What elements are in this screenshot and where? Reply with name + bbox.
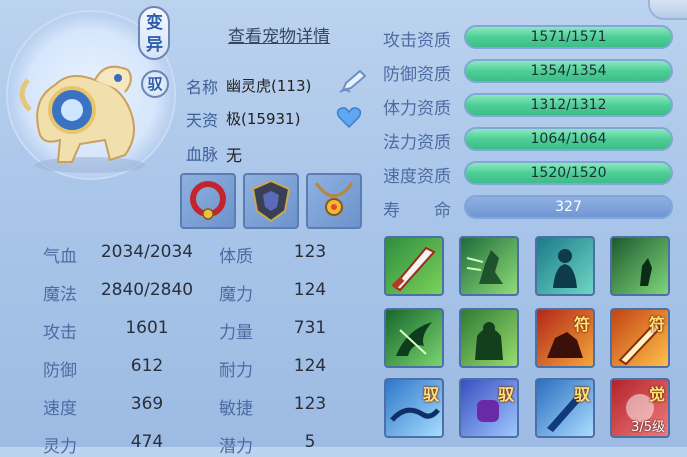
dash-skill-icon bbox=[466, 250, 503, 284]
skill-slot-4[interactable] bbox=[610, 236, 670, 296]
rename-pen-icon[interactable] bbox=[338, 68, 368, 94]
name-value: 幽灵虎(113) bbox=[226, 77, 312, 95]
aptitude-value: 1312/1312 bbox=[530, 97, 607, 113]
attr-label: 体质 bbox=[219, 247, 253, 267]
aptitude-value: 1064/1064 bbox=[530, 131, 607, 147]
skill-slot-9[interactable]: 驭 bbox=[384, 378, 444, 438]
skill-slot-3[interactable] bbox=[535, 236, 595, 296]
aptitude-value: 1354/1354 bbox=[530, 63, 607, 79]
stat-label: 防御 bbox=[43, 361, 77, 381]
name-label: 名称 bbox=[186, 78, 219, 97]
lifespan-label: 寿 命 bbox=[383, 201, 451, 221]
attr-value: 5 bbox=[304, 432, 316, 452]
skill-slot-1[interactable] bbox=[384, 236, 444, 296]
stat-value: 612 bbox=[130, 356, 164, 376]
stat-label: 魔法 bbox=[43, 285, 77, 305]
stat-value: 474 bbox=[130, 432, 164, 452]
lifespan-bar: 327 bbox=[464, 195, 673, 219]
awaken-badge: 觉 bbox=[648, 385, 665, 404]
armor-icon bbox=[251, 179, 291, 223]
attr-label: 耐力 bbox=[219, 361, 253, 381]
view-pet-details-link[interactable]: 查看宠物详情 bbox=[228, 22, 330, 47]
attr-label: 潜力 bbox=[219, 437, 253, 457]
skill-slot-10[interactable]: 驭 bbox=[459, 378, 519, 438]
skill-slot-7[interactable]: 符 bbox=[535, 308, 595, 368]
talent-label: 天资 bbox=[186, 111, 219, 130]
stat-label: 攻击 bbox=[43, 323, 77, 343]
mutation-tag: 变异 bbox=[138, 6, 170, 60]
stat-value: 369 bbox=[130, 394, 164, 414]
skill-slot-11[interactable]: 驭 bbox=[535, 378, 595, 438]
attr-value: 124 bbox=[293, 280, 327, 300]
attr-label: 魔力 bbox=[219, 285, 253, 305]
collar-icon bbox=[190, 181, 226, 220]
rune-badge: 符 bbox=[648, 315, 665, 334]
rider-tag: 驭 bbox=[141, 70, 169, 98]
skill-slot-6[interactable] bbox=[459, 308, 519, 368]
attr-label: 力量 bbox=[219, 323, 253, 343]
skill-slot-12[interactable]: 觉 3/5级 bbox=[610, 378, 670, 438]
ride-badge: 驭 bbox=[422, 385, 439, 404]
aptitude-label: 体力资质 bbox=[383, 99, 451, 119]
equip-slot-armor[interactable] bbox=[243, 173, 299, 229]
skill-slot-8[interactable]: 符 bbox=[610, 308, 670, 368]
bloodline-value: 无 bbox=[226, 146, 243, 165]
stat-label: 气血 bbox=[43, 247, 77, 267]
aptitude-bar: 1354/1354 bbox=[464, 59, 673, 83]
aptitude-bar: 1312/1312 bbox=[464, 93, 673, 117]
equip-slot-necklace[interactable] bbox=[306, 173, 362, 229]
rune-badge: 符 bbox=[573, 315, 590, 334]
aptitude-label: 法力资质 bbox=[383, 133, 451, 153]
stat-value: 2034/2034 bbox=[100, 242, 194, 262]
skill-level: 3/5级 bbox=[631, 420, 665, 435]
ghost-figure-skill-icon bbox=[553, 249, 577, 288]
attr-value: 123 bbox=[293, 242, 327, 262]
stat-label: 灵力 bbox=[43, 437, 77, 457]
aptitude-label: 速度资质 bbox=[383, 167, 451, 187]
moon-warrior-skill-icon bbox=[621, 250, 656, 286]
claw-skill-icon bbox=[396, 322, 432, 356]
aptitude-value: 1520/1520 bbox=[530, 165, 607, 181]
attr-value: 123 bbox=[293, 394, 327, 414]
ride-badge: 驭 bbox=[497, 385, 514, 404]
stat-value: 2840/2840 bbox=[100, 280, 194, 300]
bloodline-label: 血脉 bbox=[186, 145, 219, 164]
lifespan-value: 327 bbox=[555, 199, 582, 215]
ghost-tiger-image bbox=[19, 65, 145, 173]
sword-skill-icon bbox=[391, 246, 436, 292]
aptitude-label: 防御资质 bbox=[383, 65, 451, 85]
aptitude-label: 攻击资质 bbox=[383, 31, 451, 51]
aptitude-value: 1571/1571 bbox=[530, 29, 607, 45]
aptitude-bar: 1064/1064 bbox=[464, 127, 673, 151]
talent-value: 极(15931) bbox=[226, 110, 301, 128]
skill-slot-2[interactable] bbox=[459, 236, 519, 296]
ride-badge: 驭 bbox=[573, 385, 590, 404]
attr-value: 731 bbox=[293, 318, 327, 338]
close-tab[interactable] bbox=[648, 0, 687, 20]
attr-value: 124 bbox=[293, 356, 327, 376]
brute-skill-icon bbox=[475, 322, 503, 360]
necklace-icon bbox=[314, 182, 354, 216]
aptitude-bar: 1571/1571 bbox=[464, 25, 673, 49]
aptitude-bar: 1520/1520 bbox=[464, 161, 673, 185]
heart-icon[interactable] bbox=[336, 105, 362, 129]
stat-label: 速度 bbox=[43, 399, 77, 419]
skill-slot-5[interactable] bbox=[384, 308, 444, 368]
stat-value: 1601 bbox=[125, 318, 169, 338]
equip-slot-collar[interactable] bbox=[180, 173, 236, 229]
attr-label: 敏捷 bbox=[219, 399, 253, 419]
